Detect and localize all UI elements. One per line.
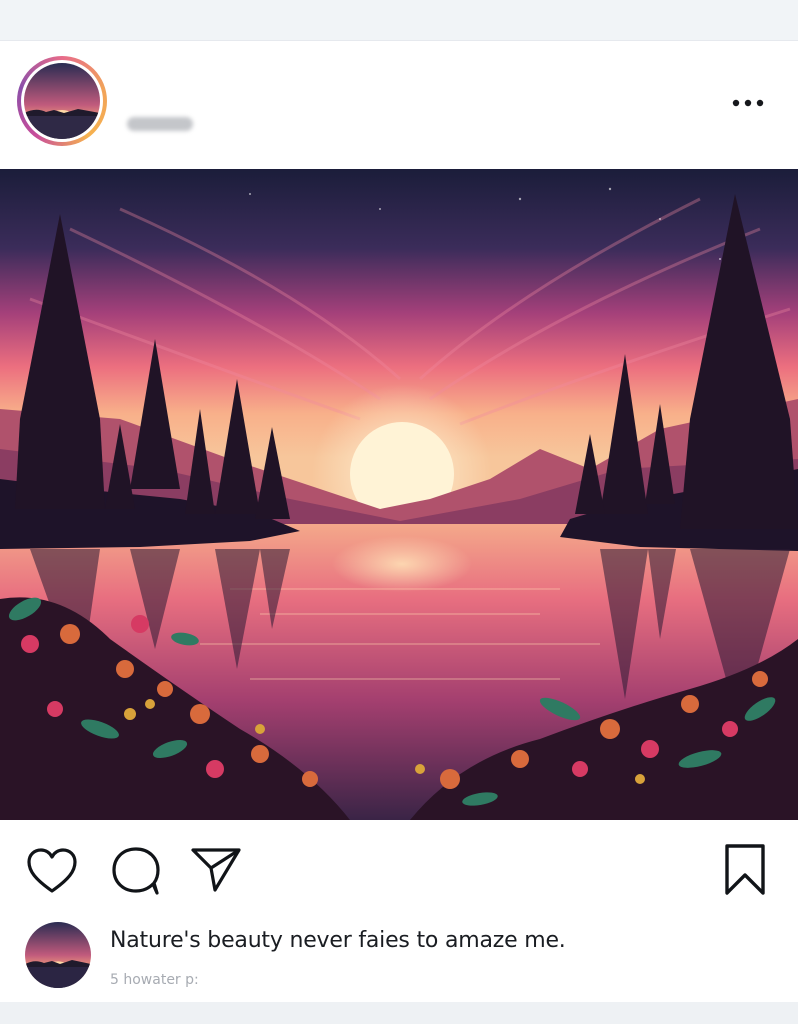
profile-avatar-image (24, 63, 100, 139)
post-actions-bar (0, 820, 798, 912)
bottom-strip (0, 1002, 798, 1024)
bookmark-icon (725, 844, 765, 895)
heart-icon (27, 848, 77, 893)
sunset-lake-illustration (0, 169, 798, 820)
post-header (0, 41, 798, 169)
username-label[interactable] (127, 117, 193, 131)
send-paper-plane-icon (191, 848, 241, 892)
post-photo[interactable] (0, 169, 798, 820)
share-button[interactable] (188, 844, 244, 894)
comment-button[interactable] (108, 844, 164, 898)
save-button[interactable] (718, 842, 772, 898)
more-options-button[interactable] (728, 91, 768, 115)
like-button[interactable] (24, 846, 80, 896)
comment-bubble-icon (112, 847, 160, 895)
instagram-post-screen: Nature's beauty never faies to amaze me.… (0, 0, 798, 1024)
more-horizontal-icon (732, 99, 764, 107)
status-strip (0, 0, 798, 41)
profile-avatar[interactable] (17, 56, 107, 146)
caption-row: Nature's beauty never faies to amaze me.… (0, 912, 798, 1002)
caption-avatar[interactable] (25, 922, 91, 988)
post-subtext: 5 howater p: (110, 972, 199, 988)
post-caption: Nature's beauty never faies to amaze me. (110, 928, 566, 953)
